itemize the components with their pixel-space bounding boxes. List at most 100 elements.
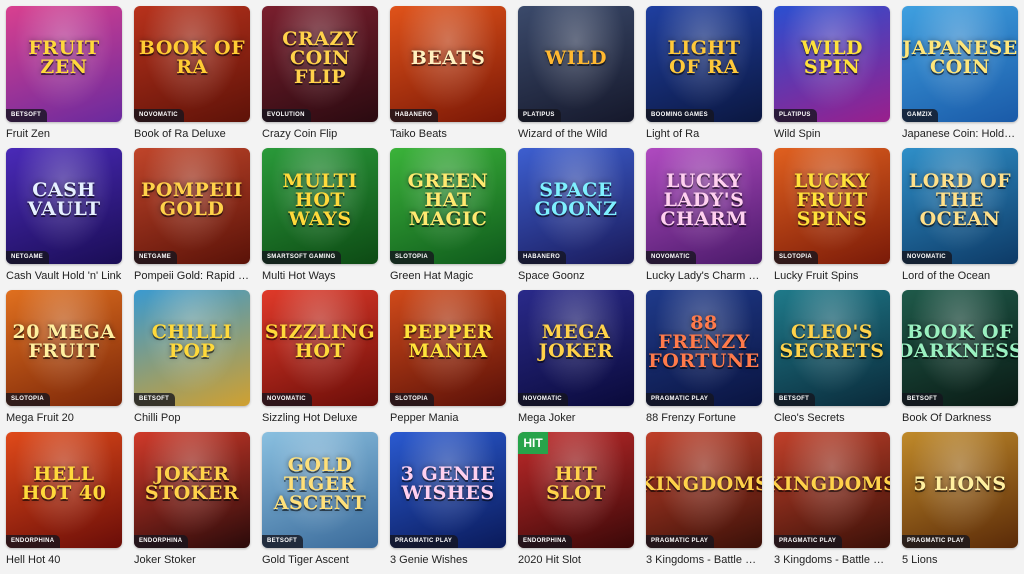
game-tile[interactable]: Japanese Coin Gamzix Japanese Coin: Hold t… [902, 6, 1018, 148]
game-thumbnail[interactable]: Cash Vault Netgame [6, 148, 122, 264]
game-tile[interactable]: Multi Hot Ways Smartsoft Gaming Multi Hot … [262, 148, 378, 290]
game-thumbnail[interactable]: Beats Habanero [390, 6, 506, 122]
game-logo-text: Space Goonz [534, 179, 618, 220]
game-tile[interactable]: Wild Platipus Wizard of the Wild [518, 6, 634, 148]
game-title[interactable]: Multi Hot Ways [262, 268, 378, 284]
game-tile[interactable]: Lucky Lady's Charm Novomatic Lucky Lady's … [646, 148, 762, 290]
game-thumbnail[interactable]: Book of Ra Novomatic [134, 6, 250, 122]
game-tile[interactable]: Mega Joker Novomatic Mega Joker [518, 290, 634, 432]
game-tile[interactable]: Beats Habanero Taiko Beats [390, 6, 506, 148]
game-tile[interactable]: 5 Lions Pragmatic Play 5 Lions [902, 432, 1018, 574]
game-title[interactable]: Lucky Lady's Charm Deluxe [646, 268, 762, 284]
game-thumbnail[interactable]: Pompeii Gold Netgame [134, 148, 250, 264]
game-title[interactable]: Wizard of the Wild [518, 126, 634, 142]
game-thumbnail[interactable]: Light of Ra Booming Games [646, 6, 762, 122]
game-title[interactable]: Taiko Beats [390, 126, 506, 142]
game-title[interactable]: Wild Spin [774, 126, 890, 142]
game-title[interactable]: Cash Vault Hold 'n' Link [6, 268, 122, 284]
game-thumbnail[interactable]: Cleo's Secrets Betsoft [774, 290, 890, 406]
game-tile[interactable]: Pompeii Gold Netgame Pompeii Gold: Rapid L… [134, 148, 250, 290]
game-title[interactable]: 88 Frenzy Fortune [646, 410, 762, 426]
game-thumbnail[interactable]: 5 Lions Pragmatic Play [902, 432, 1018, 548]
game-title[interactable]: Hell Hot 40 [6, 552, 122, 568]
game-tile[interactable]: Fruit Zen Betsoft Fruit Zen [6, 6, 122, 148]
game-thumbnail[interactable]: Japanese Coin Gamzix [902, 6, 1018, 122]
game-tile[interactable]: Book of Darkness Betsoft Book Of Darkness [902, 290, 1018, 432]
provider-label: Endorphina [518, 535, 573, 548]
game-title[interactable]: Lord of the Ocean [902, 268, 1018, 284]
game-tile[interactable]: Space Goonz Habanero Space Goonz [518, 148, 634, 290]
game-thumbnail[interactable]: Mega Joker Novomatic [518, 290, 634, 406]
game-title[interactable]: Light of Ra [646, 126, 762, 142]
game-tile[interactable]: Kingdoms Pragmatic Play 3 Kingdoms - Battl… [646, 432, 762, 574]
game-title[interactable]: Gold Tiger Ascent [262, 552, 378, 568]
game-title[interactable]: Cleo's Secrets [774, 410, 890, 426]
game-tile[interactable]: Cleo's Secrets Betsoft Cleo's Secrets [774, 290, 890, 432]
game-tile[interactable]: Kingdoms Pragmatic Play 3 Kingdoms - Battl… [774, 432, 890, 574]
game-thumbnail[interactable]: 20 Mega Fruit Slotopia [6, 290, 122, 406]
game-title[interactable]: Pepper Mania [390, 410, 506, 426]
game-thumbnail[interactable]: Hell Hot 40 Endorphina [6, 432, 122, 548]
game-title[interactable]: 3 Kingdoms - Battle of Red Cliffs [646, 552, 762, 568]
game-title[interactable]: Crazy Coin Flip [262, 126, 378, 142]
game-tile[interactable]: Crazy Coin Flip Evolution Crazy Coin Flip [262, 6, 378, 148]
game-thumbnail[interactable]: Lord of the Ocean Novomatic [902, 148, 1018, 264]
game-thumbnail[interactable]: Lucky Fruit Spins Slotopia [774, 148, 890, 264]
game-title[interactable]: 3 Kingdoms - Battle of Red Cliffs [774, 552, 890, 568]
game-thumbnail[interactable]: Pepper Mania Slotopia [390, 290, 506, 406]
game-title[interactable]: Sizzling Hot Deluxe [262, 410, 378, 426]
game-title[interactable]: 2020 Hit Slot [518, 552, 634, 568]
provider-label: Endorphina [134, 535, 189, 548]
game-thumbnail[interactable]: Sizzling Hot Novomatic [262, 290, 378, 406]
game-thumbnail[interactable]: Fruit Zen Betsoft [6, 6, 122, 122]
game-thumbnail[interactable]: 88 Frenzy Fortune Pragmatic Play [646, 290, 762, 406]
game-tile[interactable]: Lord of the Ocean Novomatic Lord of the Oc… [902, 148, 1018, 290]
game-title[interactable]: 5 Lions [902, 552, 1018, 568]
game-title[interactable]: Fruit Zen [6, 126, 122, 142]
game-thumbnail[interactable]: Space Goonz Habanero [518, 148, 634, 264]
game-tile[interactable]: Sizzling Hot Novomatic Sizzling Hot Deluxe [262, 290, 378, 432]
game-title[interactable]: Mega Fruit 20 [6, 410, 122, 426]
game-tile[interactable]: Light of Ra Booming Games Light of Ra [646, 6, 762, 148]
game-thumbnail[interactable]: Wild Platipus [518, 6, 634, 122]
game-thumbnail[interactable]: Lucky Lady's Charm Novomatic [646, 148, 762, 264]
game-tile[interactable]: Gold Tiger Ascent Betsoft Gold Tiger Ascen… [262, 432, 378, 574]
game-thumbnail[interactable]: Kingdoms Pragmatic Play [646, 432, 762, 548]
game-thumbnail[interactable]: Multi Hot Ways Smartsoft Gaming [262, 148, 378, 264]
game-title[interactable]: Joker Stoker [134, 552, 250, 568]
game-thumbnail[interactable]: Joker Stoker Endorphina [134, 432, 250, 548]
game-tile[interactable]: Lucky Fruit Spins Slotopia Lucky Fruit Spi… [774, 148, 890, 290]
game-logo-text: Book of Ra [138, 37, 246, 78]
game-title[interactable]: Book Of Darkness [902, 410, 1018, 426]
game-title[interactable]: Chilli Pop [134, 410, 250, 426]
game-thumbnail[interactable]: Hit Slot HIT Endorphina [518, 432, 634, 548]
game-thumbnail[interactable]: Book of Darkness Betsoft [902, 290, 1018, 406]
game-thumbnail[interactable]: Crazy Coin Flip Evolution [262, 6, 378, 122]
game-title[interactable]: Space Goonz [518, 268, 634, 284]
game-thumbnail[interactable]: Kingdoms Pragmatic Play [774, 432, 890, 548]
game-title[interactable]: 3 Genie Wishes [390, 552, 506, 568]
game-title[interactable]: Pompeii Gold: Rapid Link [134, 268, 250, 284]
game-thumbnail[interactable]: Wild Spin Platipus [774, 6, 890, 122]
game-tile[interactable]: Chilli Pop Betsoft Chilli Pop [134, 290, 250, 432]
game-title[interactable]: Lucky Fruit Spins [774, 268, 890, 284]
game-title[interactable]: Mega Joker [518, 410, 634, 426]
game-tile[interactable]: Joker Stoker Endorphina Joker Stoker [134, 432, 250, 574]
game-title[interactable]: Book of Ra Deluxe [134, 126, 250, 142]
game-tile[interactable]: 88 Frenzy Fortune Pragmatic Play 88 Frenzy… [646, 290, 762, 432]
game-title[interactable]: Japanese Coin: Hold the Spin [902, 126, 1018, 142]
game-thumbnail[interactable]: Chilli Pop Betsoft [134, 290, 250, 406]
game-tile[interactable]: Book of Ra Novomatic Book of Ra Deluxe [134, 6, 250, 148]
game-tile[interactable]: Hell Hot 40 Endorphina Hell Hot 40 [6, 432, 122, 574]
game-thumbnail[interactable]: 3 Genie Wishes Pragmatic Play [390, 432, 506, 548]
game-tile[interactable]: 20 Mega Fruit Slotopia Mega Fruit 20 [6, 290, 122, 432]
game-thumbnail[interactable]: Green Hat Magic Slotopia [390, 148, 506, 264]
game-title[interactable]: Green Hat Magic [390, 268, 506, 284]
game-tile[interactable]: Cash Vault Netgame Cash Vault Hold 'n' Lin… [6, 148, 122, 290]
game-tile[interactable]: 3 Genie Wishes Pragmatic Play 3 Genie Wish… [390, 432, 506, 574]
game-thumbnail[interactable]: Gold Tiger Ascent Betsoft [262, 432, 378, 548]
game-tile[interactable]: Wild Spin Platipus Wild Spin [774, 6, 890, 148]
game-tile[interactable]: Pepper Mania Slotopia Pepper Mania [390, 290, 506, 432]
game-tile[interactable]: Hit Slot HIT Endorphina 2020 Hit Slot [518, 432, 634, 574]
game-tile[interactable]: Green Hat Magic Slotopia Green Hat Magic [390, 148, 506, 290]
